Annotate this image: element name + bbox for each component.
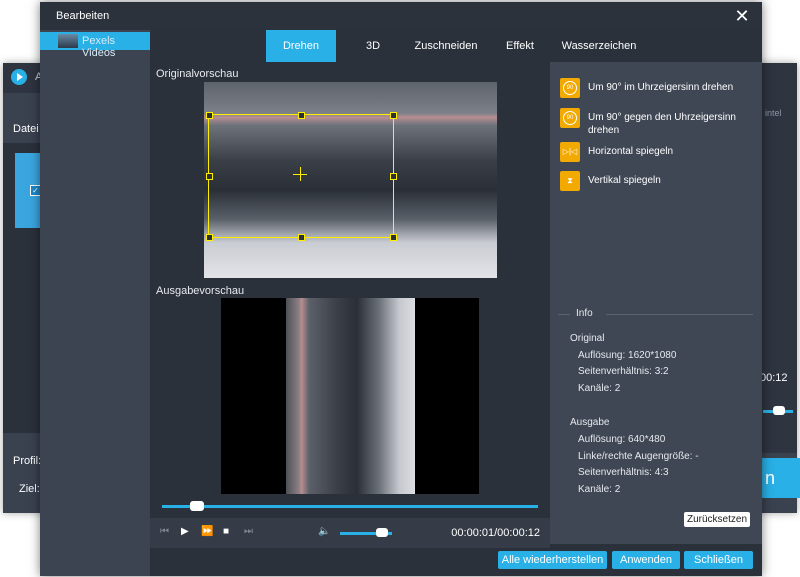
background-time-display: 00:12 [760,372,788,384]
tab-zuschneiden[interactable]: Zuschneiden [408,30,484,62]
flip-vertical-icon: ⧗ [560,171,580,191]
close-button[interactable]: Schließen [684,551,753,569]
volume-slider-knob[interactable] [376,528,388,537]
tab-effekt[interactable]: Effekt [496,30,544,62]
dialog-sidebar: Pexels Videos [40,30,150,576]
close-icon[interactable]: ✕ [732,6,752,26]
original-preview-label: Originalvorschau [156,68,239,80]
flip-vertical-option[interactable]: ⧗ Vertikal spiegeln [560,171,760,195]
flip-horizontal-option[interactable]: ▷|◁ Horizontal spiegeln [560,142,760,166]
info-output-heading: Ausgabe [570,417,610,428]
rotate-counterclockwise-label: Um 90° gegen den Uhrzeigersinn drehen [588,112,736,136]
playback-progress-knob[interactable] [190,501,204,511]
tab-bar: Drehen 3D Zuschneiden Effekt Wasserzeich… [150,30,762,62]
rotate-ccw-icon: 90 [560,108,580,128]
sidebar-item-label: Pexels Videos [82,35,116,59]
crop-handle[interactable] [206,234,213,241]
crop-frame[interactable] [208,114,394,238]
background-slider-knob[interactable] [773,406,785,415]
flip-horizontal-label: Horizontal spiegeln [588,146,674,157]
info-title: Info [576,308,593,319]
crosshair-icon [300,167,301,181]
crop-handle[interactable] [390,234,397,241]
dialog-title: Bearbeiten [56,10,110,22]
skip-back-icon[interactable]: ⏮ [160,526,169,537]
player-controls: ⏮ ▶ ⏩ ■ ⏭ 🔈 00:00:01/00:00:12 [150,518,550,548]
crop-handle[interactable] [298,112,305,119]
info-original-resolution: Auflösung: 1620*1080 [578,350,677,361]
skip-forward-icon[interactable]: ⏭ [244,526,253,537]
fast-forward-icon[interactable]: ⏩ [201,526,213,537]
dialog-main: Drehen 3D Zuschneiden Effekt Wasserzeich… [150,30,762,576]
info-output-channels: Kanäle: 2 [578,484,621,495]
info-original-aspect-ratio: Seitenverhältnis: 3:2 [578,366,669,377]
crop-handle[interactable] [390,173,397,180]
background-target-label: Ziel: [19,483,40,495]
tab-3d[interactable]: 3D [348,30,398,62]
rotate-cw-icon: 90 [560,78,580,98]
crop-handle[interactable] [206,173,213,180]
speaker-icon[interactable]: 🔈 [318,526,330,537]
rotate-options-panel: 90 Um 90° im Uhrzeigersinn drehen 90 Um … [550,62,762,544]
background-profile-label: Profil: [13,455,42,467]
flip-horizontal-icon: ▷|◁ [560,142,580,162]
flip-vertical-label: Vertikal spiegeln [588,175,661,186]
stop-icon[interactable]: ■ [223,526,229,537]
rotate-clockwise-option[interactable]: 90 Um 90° im Uhrzeigersinn drehen [560,78,760,102]
restore-all-button[interactable]: Alle wiederherstellen [498,551,607,569]
info-output-aspect-ratio: Seitenverhältnis: 4:3 [578,467,669,478]
info-output-resolution: Auflösung: 640*480 [578,434,666,445]
output-preview-label: Ausgabevorschau [156,285,245,297]
apply-button[interactable]: Anwenden [612,551,680,569]
edit-dialog: Bearbeiten ✕ Pexels Videos Drehen 3D Zus… [40,2,762,576]
reset-button[interactable]: Zurücksetzen [684,512,750,527]
timecode: 00:00:01/00:00:12 [451,527,540,539]
info-original-channels: Kanäle: 2 [578,383,621,394]
tab-drehen[interactable]: Drehen [266,30,336,62]
play-icon[interactable]: ▶ [181,526,189,537]
rotate-counterclockwise-option[interactable]: 90 Um 90° gegen den Uhrzeigersinn drehen [560,108,760,136]
rotate-clockwise-label: Um 90° im Uhrzeigersinn drehen [588,82,734,93]
output-preview-image [286,298,415,494]
playback-progress-bar[interactable] [162,505,538,508]
video-thumbnail [58,34,78,48]
crop-handle[interactable] [298,234,305,241]
app-logo-icon [11,69,27,85]
sidebar-item-pexels-videos[interactable]: Pexels Videos [40,32,150,59]
tab-wasserzeichen[interactable]: Wasserzeichen [554,30,644,62]
crop-handle[interactable] [206,112,213,119]
dialog-titlebar: Bearbeiten ✕ [40,2,762,30]
crop-handle[interactable] [390,112,397,119]
info-output-eye-size: Linke/rechte Augengröße: - [578,451,699,462]
info-original-heading: Original [570,333,605,344]
background-convert-button[interactable]: n [761,458,800,498]
